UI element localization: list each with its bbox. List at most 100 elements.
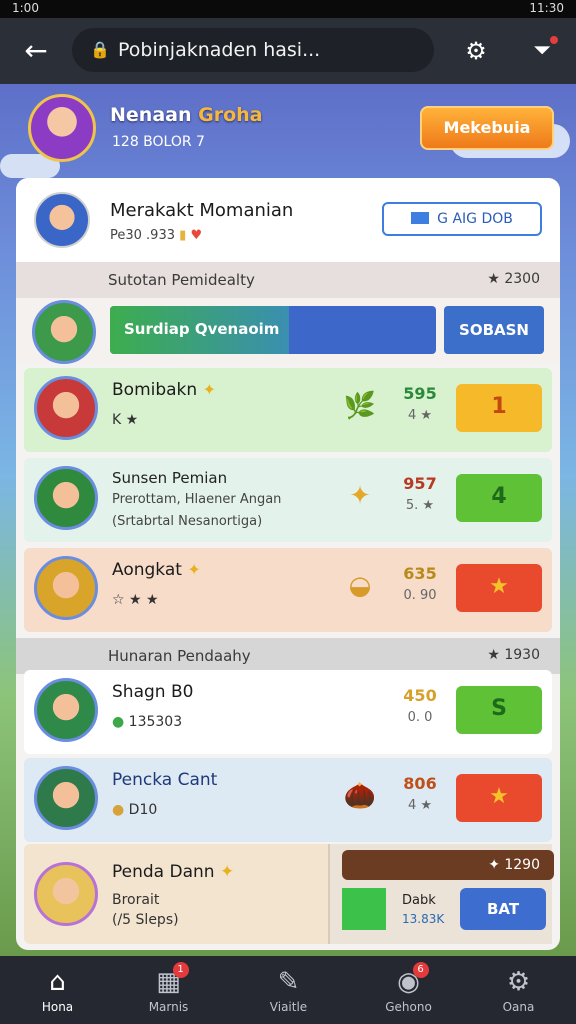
row-points: 450 [403,686,437,705]
nav-write[interactable]: ✎ Viaitle [231,956,346,1024]
row-points-sub: 0. 90 [403,588,437,603]
funnel-icon: ⏷ [533,38,551,63]
progress-row: Surdiap Qvenaoim SOBASN [16,298,560,364]
row-action-button[interactable]: S [456,686,542,734]
entry-name-text: Penda Dann [112,862,215,882]
notification-badge: 1 [172,962,189,978]
pen-icon: ✎ [277,967,300,997]
gear-icon: ⚙ [506,967,531,997]
section-title: Sutotan Pemidealty [108,271,255,289]
list-item[interactable]: Pencka Cant ● D10 🌰 806 4 ★ ★ [24,758,552,842]
featured-entry[interactable]: Penda Dann ✦ Brorait (/5 Sleps) ✦ 1290 D… [24,844,554,944]
leaderboard-panel: Merakakt Momanian Pe30 .933 ▮ ♥ G AIG DO… [16,178,560,950]
row-name: Pencka Cant [112,770,218,790]
status-time-right: 11:30 [529,1,564,15]
player-subtitle: 128 BOLOR 7 [112,134,205,150]
avatar [34,466,98,530]
list-item[interactable]: Sunsen Pemian Prerottam, Hlaener Angan (… [24,458,552,542]
entry-name: Penda Dann ✦ [112,862,234,882]
nav-games[interactable]: ◉ 6 Gehono [351,956,466,1024]
url-bar[interactable]: 🔒 Pobinjaknaden hasi... [72,28,434,72]
section-score: ★ 2300 [487,271,540,287]
row-meta-text: D10 [128,802,158,818]
nav-home[interactable]: ⌂ Hona [0,956,115,1024]
nav-label: Oana [502,1000,535,1014]
reward-card: ✦ 1290 Dabk 13.83K BAT [328,844,554,944]
map-icon: ▦ 1 [151,962,189,998]
row-points-sub: 0. 0 [407,710,433,725]
row-points: 635 [403,564,437,583]
profile-action-button[interactable]: G AIG DOB [382,202,542,236]
nav-label: Marnis [148,1000,189,1014]
nav-map[interactable]: ▦ 1 Marnis [111,956,226,1024]
row-name-text: Bomibakn [112,380,198,400]
heart-icon: ♥ [190,228,203,243]
arrow-left-icon: ← [24,34,48,67]
row-meta: ☆ ★ ★ [112,592,159,608]
reward-button[interactable]: BAT [460,888,546,930]
profile-name: Merakakt Momanian [110,200,294,221]
row-name: Bomibakn ✦ [112,380,216,400]
nav-settings[interactable]: ⚙ Oana [461,956,576,1024]
row-name-text: Sunsen Pemian [112,469,228,487]
row-action-button[interactable]: ★ [456,774,542,822]
notification-badge: 6 [412,962,429,978]
row-name: Aongkat ✦ [112,560,201,580]
row-line3: (Srtabrtal Nesanortiga) [112,514,263,529]
mail-icon [411,212,430,224]
row-line2: Prerottam, Hlaener Angan [112,492,282,507]
row-action-button[interactable]: ★ [456,564,542,612]
notification-dot [550,36,558,44]
progress-label: Surdiap Qvenaoim [124,320,280,338]
row-meta-text: 135303 [128,714,183,730]
row-action-button[interactable]: 4 [456,474,542,522]
avatar [34,556,98,620]
list-item[interactable]: Bomibakn ✦ K ★ 🌿 595 4 ★ 1 [24,368,552,452]
progress-bar: Surdiap Qvenaoim [110,306,436,354]
header-action-button[interactable]: Mekebuia [420,106,554,150]
section-header: Sutotan Pemidealty ★ 2300 [16,262,560,298]
nav-label: Viaitle [269,1000,308,1014]
row-action-button[interactable]: 1 [456,384,542,432]
leaf-icon: ● [112,714,125,730]
controller-icon: ◉ 6 [391,962,429,998]
coin-icon: ● [112,802,125,818]
list-item[interactable]: Shagn B0 ● 135303 450 0. 0 S [24,670,552,754]
avatar [34,678,98,742]
player-avatar[interactable] [28,94,96,162]
reward-header: ✦ 1290 [342,850,554,880]
profile-avatar[interactable] [34,192,90,248]
back-button[interactable]: ← [18,34,54,70]
row-points-sub: 4 ★ [407,798,433,813]
reward-label-text: Dabk [402,893,436,908]
row-points: 595 [403,384,437,403]
reward-swatch [342,888,386,930]
avatar [34,766,98,830]
row-name-text: Aongkat [112,560,182,580]
ingredient-icon: ✦ [349,481,371,511]
player-name-accent: Groha [198,104,263,126]
profile-stats: Pe30 .933 ▮ ♥ [110,228,202,243]
bottom-nav: ⌂ Hona ▦ 1 Marnis ✎ Viaitle ◉ 6 Gehono ⚙ O… [0,956,576,1024]
nav-label: Hona [41,1000,74,1014]
row-points: 806 [403,774,437,793]
acorn-icon: 🌰 [343,781,377,811]
lock-icon: 🔒 [90,40,110,59]
progress-button[interactable]: SOBASN [444,306,544,354]
profile-action-label: G AIG DOB [437,211,513,227]
profile-card: Merakakt Momanian Pe30 .933 ▮ ♥ G AIG DO… [16,178,560,262]
nav-label: Gehono [385,1000,432,1014]
progress-avatar[interactable] [32,300,96,364]
settings-button[interactable]: ⚙ [458,34,494,70]
row-points: 957 [403,474,437,493]
home-icon: ⌂ [49,967,66,997]
medal-icon: ✦ [202,380,216,399]
status-time-left: 1:00 [12,1,39,15]
profile-stats-value: Pe30 .933 [110,228,175,243]
filter-button[interactable]: ⏷ [524,34,560,70]
row-description: Sunsen Pemian Prerottam, Hlaener Angan (… [112,468,281,532]
row-meta: ● D10 [112,802,157,818]
list-item[interactable]: Aongkat ✦ ☆ ★ ★ ◒ 635 0. 90 ★ [24,548,552,632]
gear-icon: ⚙ [465,37,487,65]
section-header: Hunaran Pendaahy ★ 1930 [16,638,560,674]
